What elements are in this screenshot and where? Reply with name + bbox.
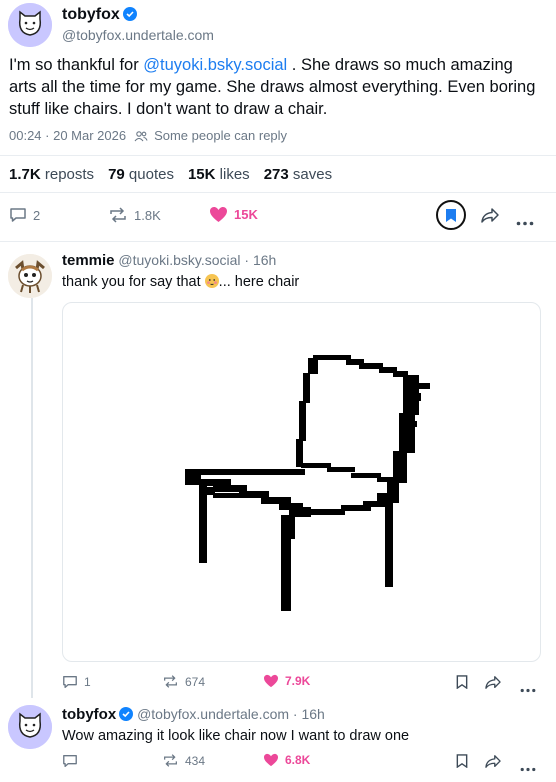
heart-filled-icon [264, 674, 278, 688]
more-dots-icon [520, 688, 536, 693]
share-button[interactable] [480, 207, 500, 229]
repost-icon [110, 207, 126, 223]
reply1-text-before: thank you for say that [62, 274, 205, 290]
reply2-repost-button[interactable]: 434 [162, 753, 205, 768]
divider [0, 241, 556, 242]
temmie-avatar-icon [8, 254, 52, 298]
reply1-header: temmie @tuyoki.bsky.social · 16h [62, 252, 276, 269]
reply2-author-name[interactable]: tobyfox [62, 706, 116, 723]
divider [0, 155, 556, 156]
reply1-like-button[interactable]: 7.9K [263, 674, 310, 688]
post-text: I'm so thankful for @tuyoki.bsky.social … [9, 54, 539, 120]
reply2-author-handle[interactable]: @tobyfox.undertale.com [137, 706, 289, 722]
bookmark-icon [456, 675, 468, 690]
reply1-reply-button[interactable]: 1 [62, 674, 91, 690]
bookmark-filled-icon [446, 208, 456, 222]
reply2-more-button[interactable] [520, 759, 536, 777]
reply2-author-avatar[interactable] [8, 705, 52, 749]
reply1-share-button[interactable] [484, 675, 502, 695]
post-meta: 00:24 · 20 Mar 2026 Some people can repl… [9, 128, 287, 143]
repost-icon [164, 754, 177, 767]
reply1-time[interactable]: · 16h [244, 252, 276, 268]
mention-link[interactable]: @tuyoki.bsky.social [143, 56, 287, 74]
verified-badge-icon [122, 7, 137, 21]
stat-quotes[interactable]: 79 quotes [108, 166, 174, 183]
reply1-bookmark-button[interactable] [456, 675, 468, 694]
stat-reposts[interactable]: 1.7K reposts [9, 166, 94, 183]
reply1-more-button[interactable] [520, 680, 536, 698]
repost-button[interactable]: 1.8K [108, 206, 161, 224]
reply2-reply-button[interactable] [62, 753, 84, 769]
heart-filled-icon [264, 753, 278, 767]
reply2-share-button[interactable] [484, 754, 502, 774]
author-name[interactable]: tobyfox [62, 6, 120, 23]
reply2-text: Wow amazing it look like chair now I wan… [62, 728, 410, 744]
temmie-avatar[interactable] [8, 254, 52, 298]
reply1-text: thank you for say that ... here chair [62, 274, 299, 290]
share-arrow-icon [485, 755, 501, 768]
author-header: tobyfox [62, 6, 137, 24]
more-options-button[interactable] [516, 213, 534, 231]
heart-filled-icon [210, 207, 227, 222]
reply2-time[interactable]: · 16h [293, 706, 325, 722]
post-stats: 1.7K reposts 79 quotes 15K likes 273 sav… [9, 166, 332, 183]
more-dots-icon [516, 221, 534, 226]
reply2-header: tobyfox @tobyfox.undertale.com · 16h [62, 706, 325, 723]
reply1-repost-button[interactable]: 674 [162, 674, 205, 689]
repost-icon [164, 675, 177, 688]
reply-icon [63, 755, 77, 767]
more-dots-icon [520, 767, 536, 772]
reply-setting[interactable]: Some people can reply [154, 128, 287, 143]
reply-icon [10, 208, 26, 222]
post-text-prefix: I'm so thankful for [9, 56, 144, 74]
like-button[interactable]: 15K [209, 206, 258, 223]
thread-line [31, 298, 33, 698]
dog-avatar-icon [8, 3, 52, 47]
stat-likes[interactable]: 15K likes [188, 166, 250, 183]
dog-avatar-icon [8, 705, 52, 749]
share-arrow-icon [485, 676, 501, 689]
verified-badge-icon [119, 707, 134, 721]
reply-button[interactable]: 2 [9, 206, 40, 224]
reply1-author-name[interactable]: temmie [62, 252, 115, 269]
bookmark-button[interactable] [436, 200, 466, 230]
reply2-like-button[interactable]: 6.8K [263, 753, 310, 767]
share-arrow-icon [481, 208, 499, 223]
author-avatar[interactable] [8, 3, 52, 47]
divider [0, 192, 556, 193]
reply1-text-after: ... here chair [218, 274, 300, 290]
author-handle[interactable]: @tobyfox.undertale.com [62, 27, 214, 43]
reply1-author-handle[interactable]: @tuyoki.bsky.social [118, 252, 240, 268]
chair-drawing-icon [185, 355, 430, 611]
timestamp[interactable]: 00:24 · 20 Mar 2026 [9, 128, 126, 143]
blushing-emoji-icon [204, 274, 219, 288]
stat-saves[interactable]: 273 saves [264, 166, 332, 183]
image-attachment[interactable] [62, 302, 541, 662]
reply-icon [63, 676, 77, 688]
bookmark-icon [456, 754, 468, 769]
people-icon [134, 130, 148, 141]
reply2-bookmark-button[interactable] [456, 754, 468, 773]
